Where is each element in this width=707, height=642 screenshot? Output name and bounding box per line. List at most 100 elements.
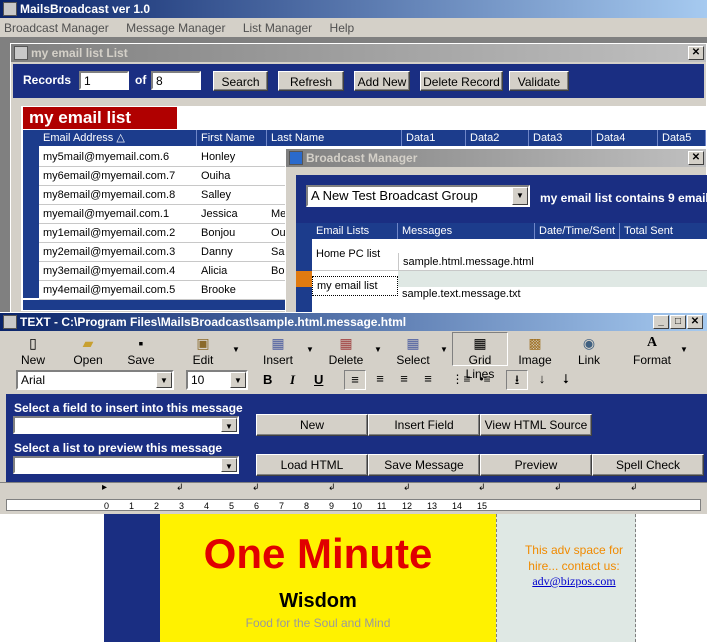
toolbar-format[interactable]: A Format [632,335,672,367]
col-data4[interactable]: Data4 [592,130,658,146]
editor-close-icon[interactable]: ✕ [687,315,703,329]
preview-button[interactable]: Preview [480,454,592,476]
format-dropdown-icon[interactable]: ▼ [680,345,688,354]
col-email-lists[interactable]: Email Lists [312,223,398,239]
col-data2[interactable]: Data2 [466,130,529,146]
col-data1[interactable]: Data1 [402,130,466,146]
broadcast-row[interactable]: Home PC list sample.html.message.html [312,239,707,271]
load-html-button[interactable]: Load HTML [256,454,368,476]
toolbar-new[interactable]: ▯ New [18,335,48,367]
col-last-name[interactable]: Last Name [267,130,402,146]
delete-record-button[interactable]: Delete Record [420,71,503,91]
align-center-icon[interactable]: ≡ [370,370,390,390]
record-current-input[interactable]: 1 [79,71,129,90]
save-message-button[interactable]: Save Message [368,454,480,476]
broadcast-group-select[interactable]: A New Test Broadcast Group ▼ [306,185,530,207]
minimize-icon[interactable]: _ [653,315,669,329]
toolbar-edit[interactable]: ▣ Edit [188,335,218,367]
list-window-titlebar: my email list List ✕ [11,44,706,62]
document-canvas[interactable]: One Minute Wisdom Food for the Soul and … [0,514,707,642]
bulleted-list-icon[interactable]: •≡ [474,370,496,390]
align-bottom-icon[interactable]: ⭣ [556,370,576,390]
underline-button[interactable]: U [314,372,323,387]
records-toolbar: Records 1 of 8 Search Refresh Add New De… [13,64,704,98]
tab-stop-icon[interactable]: ↲ [252,482,260,493]
column-marker-icon[interactable]: ▸ [102,482,107,493]
preview-list-select[interactable]: ▼ [13,456,239,474]
italic-button[interactable]: I [290,372,295,388]
list-window-close-icon[interactable]: ✕ [688,46,704,60]
numbered-list-icon[interactable]: ⋮≡ [450,370,472,390]
tab-stop-icon[interactable]: ↲ [403,482,411,493]
toolbar-delete[interactable]: ▦ Delete [326,335,366,367]
delete-dropdown-icon[interactable]: ▼ [374,345,382,354]
validate-button[interactable]: Validate [509,71,569,91]
col-data5[interactable]: Data5 [658,130,706,146]
tab-stop-icon[interactable]: ↲ [630,482,638,493]
toolbar-select[interactable]: ▦ Select [394,335,432,367]
chevron-down-icon[interactable]: ▼ [156,372,172,388]
col-date-time-sent[interactable]: Date/Time/Sent [535,223,620,239]
col-data3[interactable]: Data3 [529,130,592,146]
select-dropdown-icon[interactable]: ▼ [440,345,448,354]
row-selector[interactable] [296,239,312,271]
tab-stop-icon[interactable]: ↲ [328,482,336,493]
col-messages[interactable]: Messages [398,223,535,239]
ruler[interactable]: ▸ ↲ ↲ ↲ ↲ ↲ ↲ ↲ 0 1 2 3 4 5 6 7 8 9 10 1… [0,482,707,514]
bold-button[interactable]: B [263,372,272,387]
new-message-button[interactable]: New [256,414,368,436]
toolbar-open[interactable]: ▰ Open [70,335,106,367]
align-justify-icon[interactable]: ≡ [418,370,438,390]
menu-list-manager[interactable]: List Manager [243,21,312,35]
toolbar-insert[interactable]: ▦ Insert [260,335,296,367]
spell-check-button[interactable]: Spell Check [592,454,704,476]
view-html-source-button[interactable]: View HTML Source [480,414,592,436]
maximize-icon[interactable]: □ [670,315,686,329]
tab-stop-icon[interactable]: ↲ [554,482,562,493]
align-left-icon[interactable]: ≡ [344,370,366,390]
cell-message: sample.text.message.txt [402,288,521,300]
toolbar-grid-lines[interactable]: ▦ Grid Lines [452,332,508,381]
toolbar-select-label: Select [396,353,430,367]
toolbar-save[interactable]: ▪ Save [124,335,158,367]
cell-email: my4email@myemail.com.5 [43,284,176,296]
chevron-down-icon[interactable]: ▼ [221,418,237,432]
refresh-button[interactable]: Refresh [278,71,344,91]
broadcast-window-close-icon[interactable]: ✕ [688,151,704,165]
align-right-icon[interactable]: ≡ [394,370,414,390]
align-middle-icon[interactable]: ↓ [532,370,552,390]
list-heading: my email list [23,107,177,129]
col-email-address[interactable]: Email Address △ [39,130,197,146]
cell-first-name: Jessica [201,208,238,220]
font-family-select[interactable]: Arial ▼ [16,370,174,390]
col-first-name[interactable]: First Name [197,130,267,146]
floppy-disk-icon: ▪ [138,335,144,351]
chevron-down-icon[interactable]: ▼ [221,458,237,472]
doc-ad-email-link[interactable]: adv@bizpos.com [512,574,636,589]
menu-message-manager[interactable]: Message Manager [126,21,225,35]
add-new-button[interactable]: Add New [354,71,410,91]
cell-email: myemail@myemail.com.1 [43,208,170,220]
menu-broadcast-manager[interactable]: Broadcast Manager [4,21,109,35]
doc-tagline: Food for the Soul and Mind [245,616,391,630]
font-size-select[interactable]: 10 ▼ [186,370,248,390]
insert-dropdown-icon[interactable]: ▼ [306,345,314,354]
tab-stop-icon[interactable]: ↲ [478,482,486,493]
chevron-down-icon[interactable]: ▼ [512,187,528,205]
broadcast-row[interactable]: my email list sample.text.message.txt [312,271,707,305]
align-top-icon[interactable]: ⭳ [506,370,528,390]
toolbar-link[interactable]: ◉ Link [574,335,604,367]
menu-help[interactable]: Help [330,21,355,35]
row-selector-active[interactable] [296,271,312,287]
image-icon: ▩ [528,335,542,351]
search-button[interactable]: Search [213,71,268,91]
edit-dropdown-icon[interactable]: ▼ [232,345,240,354]
toolbar-image[interactable]: ▩ Image [518,335,552,367]
ruler-number: 3 [179,501,185,511]
row-selector[interactable] [296,287,312,313]
chevron-down-icon[interactable]: ▼ [230,372,246,388]
tab-stop-icon[interactable]: ↲ [176,482,184,493]
field-insert-select[interactable]: ▼ [13,416,239,434]
insert-field-button[interactable]: Insert Field [368,414,480,436]
col-total-sent[interactable]: Total Sent [620,223,707,239]
